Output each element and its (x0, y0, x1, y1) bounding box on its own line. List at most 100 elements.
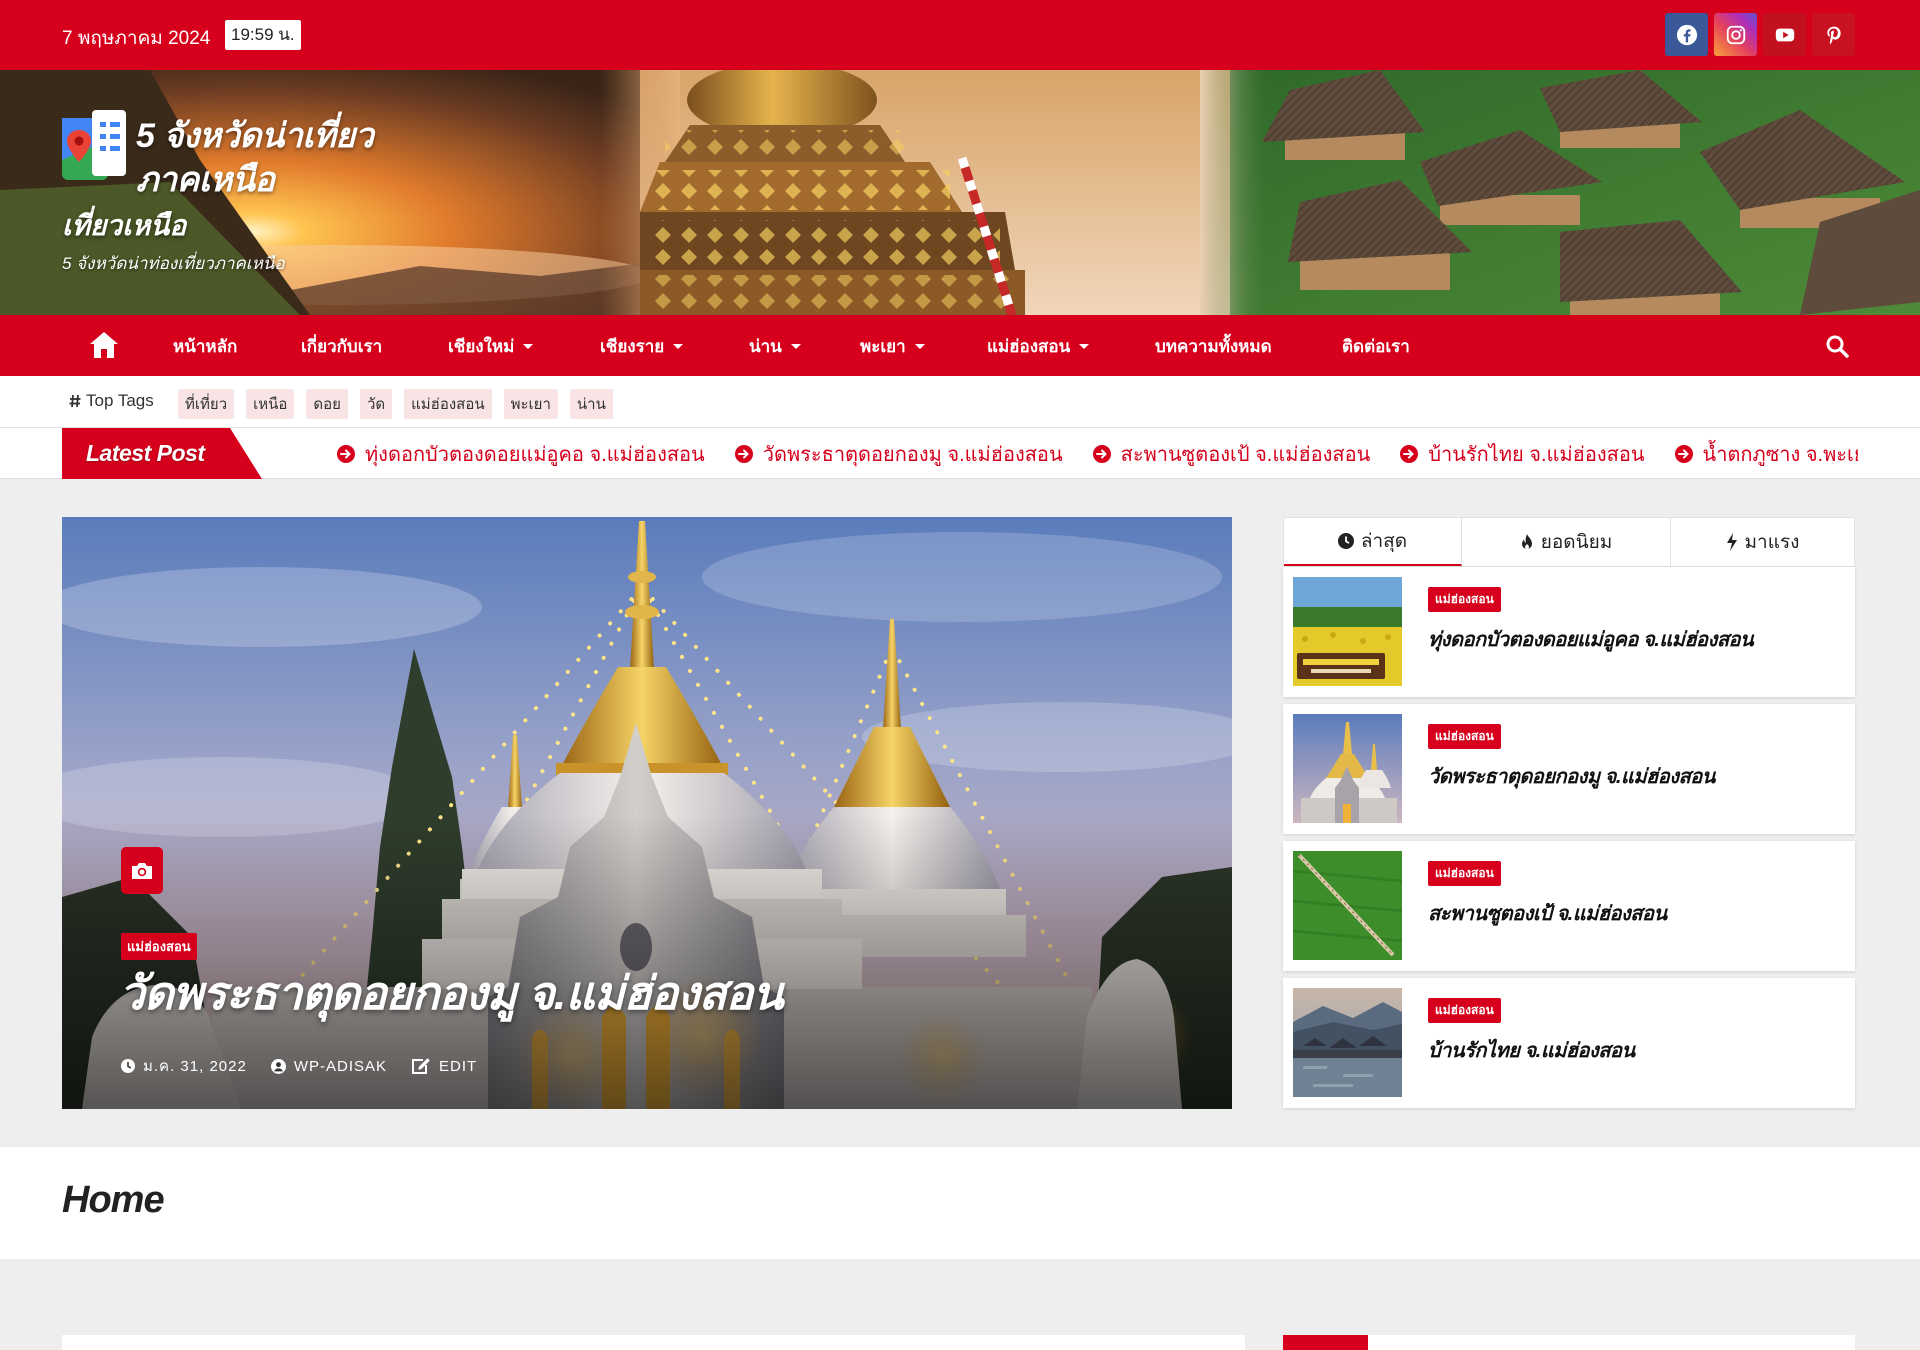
chevron-down-icon (790, 343, 801, 349)
tag-link[interactable]: แม่ฮ่องสอน (404, 389, 492, 419)
list-item[interactable]: แม่ฮ่องสอน สะพานซูตองเป้ จ.แม่ฮ่องสอน (1283, 841, 1855, 971)
tags-list: ที่เที่ยว เหนือ ดอย วัด แม่ฮ่องสอน พะเยา… (178, 389, 613, 419)
site-logo-icon[interactable] (62, 110, 130, 184)
site-tagline: 5 จังหวัดน่าท่องเที่ยวภาคเหนือ (62, 254, 285, 273)
arrow-circle-right-icon (1092, 444, 1111, 463)
nav-item-label: แม่ฮ่องสอน (987, 336, 1071, 356)
nav-item-label: หน้าหลัก (173, 336, 238, 356)
arrow-circle-right-icon (734, 444, 753, 463)
logo-title-line2[interactable]: ภาคเหนือ (136, 152, 275, 206)
nav-item-chiang-rai[interactable]: เชียงราย (600, 334, 684, 358)
featured-post[interactable]: แม่ฮ่องสอน วัดพระธาตุดอยกองมู จ.แม่ฮ่องส… (62, 517, 1232, 1109)
post-title[interactable]: บ้านรักไทย จ.แม่ฮ่องสอน (1428, 1034, 1843, 1066)
nav-item-mae-hong-son[interactable]: แม่ฮ่องสอน (987, 334, 1090, 358)
ticker-item[interactable]: ทุ่งดอกบัวตองดอยแม่อูคอ จ.แม่ฮ่องสอน (337, 438, 705, 470)
youtube-icon[interactable] (1763, 13, 1806, 56)
category-badge[interactable]: แม่ฮ่องสอน (121, 933, 197, 960)
chevron-down-icon (1079, 343, 1090, 349)
nav-item-label: บทความทั้งหมด (1155, 336, 1272, 356)
ticker-item-text: วัดพระธาตุดอยกองมู จ.แม่ฮ่องสอน (762, 443, 1063, 466)
nav-item-label: ติดต่อเรา (1342, 336, 1410, 356)
ticker-item-text: ทุ่งดอกบัวตองดอยแม่อูคอ จ.แม่ฮ่องสอน (365, 443, 705, 466)
nav-item-home[interactable]: หน้าหลัก (173, 334, 237, 358)
tab-trending[interactable]: มาแรง (1671, 518, 1854, 566)
ticker-item[interactable]: บ้านรักไทย จ.แม่ฮ่องสอน (1400, 438, 1645, 470)
current-date: 7 พฤษภาคม 2024 (62, 28, 211, 49)
nav-item-label: พะเยา (860, 336, 906, 356)
post-title[interactable]: วัดพระธาตุดอยกองมู จ.แม่ฮ่องสอน (1428, 760, 1843, 792)
camera-icon[interactable] (121, 847, 163, 894)
post-edit-link[interactable]: EDIT (411, 1057, 477, 1075)
nav-item-all-articles[interactable]: บทความทั้งหมด (1155, 334, 1272, 358)
main-content: แม่ฮ่องสอน วัดพระธาตุดอยกองมู จ.แม่ฮ่องส… (0, 479, 1920, 1147)
ticker-label: Latest Post (62, 428, 262, 479)
nav-item-chiang-mai[interactable]: เชียงใหม่ (448, 334, 534, 358)
top-bar: 7 พฤษภาคม 2024 19:59 น. (0, 0, 1920, 70)
tag-link[interactable]: ดอย (306, 389, 348, 419)
ticker-item-text: บ้านรักไทย จ.แม่ฮ่องสอน (1428, 443, 1645, 466)
nav-item-label: เกี่ยวกับเรา (301, 336, 383, 356)
nav-item-phayao[interactable]: พะเยา (860, 334, 925, 358)
tag-link[interactable]: วัด (359, 389, 393, 419)
header-banner: 5 จังหวัดน่าเที่ยว ภาคเหนือ เที่ยวเหนือ … (0, 70, 1920, 315)
ticker-item-text: สะพานซูตองเป้ จ.แม่ฮ่องสอน (1120, 443, 1371, 466)
banner-image (0, 70, 1920, 315)
category-badge[interactable]: แม่ฮ่องสอน (1428, 587, 1501, 612)
post-title[interactable]: ทุ่งดอกบัวตองดอยแม่อูคอ จ.แม่ฮ่องสอน (1428, 623, 1843, 655)
bolt-icon (1726, 533, 1737, 551)
content-area (0, 1259, 1920, 1350)
latest-post-ticker: Latest Post ทุ่งดอกบัวตองดอยแม่อูคอ จ.แม… (0, 428, 1920, 479)
list-item[interactable]: แม่ฮ่องสอน ทุ่งดอกบัวตองดอยแม่อูคอ จ.แม่… (1283, 567, 1855, 697)
post-thumbnail[interactable] (1293, 577, 1402, 686)
category-badge[interactable]: แม่ฮ่องสอน (1428, 998, 1501, 1023)
post-title[interactable]: สะพานซูตองเป้ จ.แม่ฮ่องสอน (1428, 897, 1843, 929)
hash-icon (69, 394, 81, 408)
category-badge[interactable]: แม่ฮ่องสอน (1428, 724, 1501, 749)
nav-item-contact[interactable]: ติดต่อเรา (1342, 334, 1410, 358)
ticker-item[interactable]: สะพานซูตองเป้ จ.แม่ฮ่องสอน (1092, 438, 1371, 470)
current-time-badge: 19:59 น. (225, 20, 301, 50)
post-thumbnail[interactable] (1293, 988, 1402, 1097)
list-item[interactable]: แม่ฮ่องสอน บ้านรักไทย จ.แม่ฮ่องสอน (1283, 978, 1855, 1108)
top-tags-text: Top Tags (86, 391, 154, 410)
featured-post-title[interactable]: วัดพระธาตุดอยกองมู จ.แม่ฮ่องสอน (119, 957, 784, 1030)
tab-popular[interactable]: ยอดนิยม (1462, 518, 1671, 566)
instagram-icon[interactable] (1714, 13, 1757, 56)
tab-label: ล่าสุด (1360, 531, 1408, 552)
post-thumbnail[interactable] (1293, 851, 1402, 960)
site-name[interactable]: เที่ยวเหนือ (62, 204, 186, 248)
edit-icon (412, 1058, 430, 1074)
content-box (62, 1335, 1245, 1350)
widget-title-tab (1283, 1335, 1368, 1350)
sidebar-tabbed-posts: ล่าสุด ยอดนิยม มาแรง แม่ฮ่องสอน ทุ่งดอกบ… (1283, 517, 1855, 1109)
nav-item-label: เชียงใหม่ (448, 336, 515, 356)
ticker-item[interactable]: วัดพระธาตุดอยกองมู จ.แม่ฮ่องสอน (734, 438, 1063, 470)
top-tags-label: Top Tags (69, 391, 154, 411)
main-navigation: หน้าหลัก เกี่ยวกับเรา เชียงใหม่ เชียงราย… (0, 315, 1920, 376)
pinterest-icon[interactable] (1812, 13, 1855, 56)
post-date[interactable]: ม.ค. 31, 2022 (121, 1054, 247, 1078)
list-item[interactable]: แม่ฮ่องสอน วัดพระธาตุดอยกองมู จ.แม่ฮ่องส… (1283, 704, 1855, 834)
home-icon[interactable] (89, 331, 119, 359)
sidebar-widget (1283, 1335, 1855, 1350)
post-author[interactable]: WP-ADISAK (270, 1058, 387, 1075)
tag-link[interactable]: ที่เที่ยว (178, 389, 235, 419)
facebook-icon[interactable] (1665, 13, 1708, 56)
top-tags-bar: Top Tags ที่เที่ยว เหนือ ดอย วัด แม่ฮ่อง… (0, 376, 1920, 428)
tag-link[interactable]: น่าน (569, 389, 613, 419)
nav-item-label: เชียงราย (600, 336, 665, 356)
ticker-label-text: Latest Post (86, 440, 205, 466)
tab-label: ยอดนิยม (1540, 532, 1613, 553)
nav-item-about[interactable]: เกี่ยวกับเรา (301, 334, 382, 358)
tag-link[interactable]: พะเยา (503, 389, 558, 419)
ticker-item-text: น้ำตกภูซาง จ.พะเยา (1702, 443, 1858, 466)
ticker-item[interactable]: น้ำตกภูซาง จ.พะเยา (1674, 438, 1858, 470)
tab-latest[interactable]: ล่าสุด (1284, 518, 1462, 566)
chevron-down-icon (523, 343, 534, 349)
category-badge[interactable]: แม่ฮ่องสอน (1428, 861, 1501, 886)
tag-link[interactable]: เหนือ (246, 389, 295, 419)
arrow-circle-right-icon (1674, 444, 1693, 463)
search-icon[interactable] (1825, 334, 1849, 358)
post-thumbnail[interactable] (1293, 714, 1402, 823)
nav-item-nan[interactable]: น่าน (749, 334, 801, 358)
